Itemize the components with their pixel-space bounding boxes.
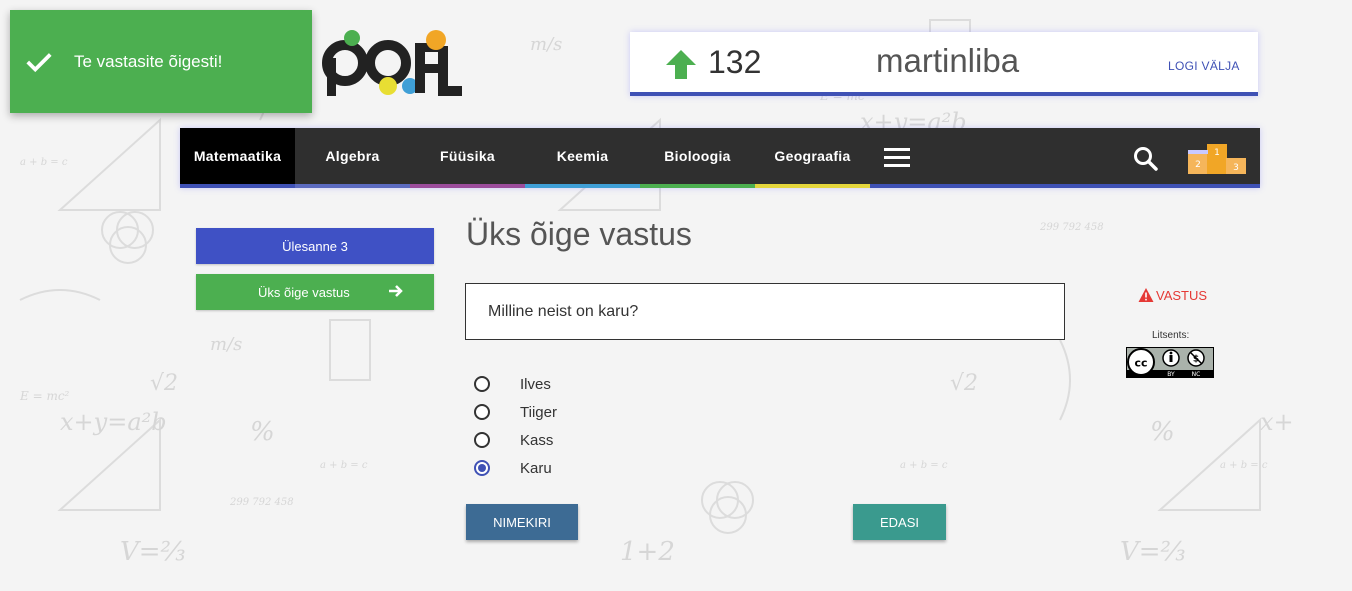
radio-button[interactable] [474, 404, 490, 420]
warning-icon [1138, 288, 1154, 302]
svg-text:m/s: m/s [210, 334, 242, 355]
podium-number-3: 3 [1233, 163, 1239, 173]
menu-icon[interactable] [884, 148, 910, 168]
nav-color-strip [295, 184, 410, 188]
nav-color-strip [755, 184, 870, 188]
nav-item-bioloogia[interactable]: Bioloogia [640, 128, 755, 184]
nav-color-strip [180, 184, 295, 188]
task-button[interactable]: Ülesanne 3 [196, 228, 434, 264]
option-tiiger[interactable]: Tiiger [474, 398, 557, 426]
list-button[interactable]: NIMEKIRI [466, 504, 578, 540]
cc-by-nc-license-icon[interactable]: cc $ BY NC [1126, 347, 1214, 378]
option-label: Karu [520, 459, 552, 477]
svg-text:a + b = c: a + b = c [1220, 460, 1268, 471]
nav-color-strip [640, 184, 755, 188]
question-box: Milline neist on karu? [465, 283, 1065, 340]
search-icon[interactable] [1133, 146, 1159, 172]
option-label: Kass [520, 431, 554, 449]
svg-text:√2: √2 [950, 371, 978, 396]
next-button[interactable]: EDASI [853, 504, 946, 540]
svg-text:%: % [250, 417, 275, 447]
show-answer-link[interactable]: VASTUS [1138, 287, 1207, 303]
svg-text:V=⅔: V=⅔ [1120, 537, 1186, 567]
leaderboard-icon[interactable]: 2 1 3 [1188, 142, 1246, 174]
svg-text:E = mc²: E = mc² [19, 389, 70, 403]
task-type-button[interactable]: Üks õige vastus [196, 274, 434, 310]
radio-button[interactable] [474, 432, 490, 448]
logout-link[interactable]: LOGI VÄLJA [1168, 59, 1240, 73]
podium-number-2: 2 [1195, 160, 1201, 170]
answer-label: VASTUS [1156, 287, 1208, 303]
license-label: Litsents: [1152, 330, 1190, 341]
svg-text:√2: √2 [150, 371, 178, 396]
user-status-bar: 132 martinliba LOGI VÄLJA [630, 32, 1258, 96]
question-text: Milline neist on karu? [488, 302, 639, 320]
svg-text:a + b = c: a + b = c [900, 460, 948, 471]
nav-item-geograafia[interactable]: Geograafia [755, 128, 870, 184]
nav-color-strip [525, 184, 640, 188]
svg-text:x+y=a²b: x+y=a²b [60, 408, 167, 436]
radio-button[interactable] [474, 376, 490, 392]
nav-item-fuusika[interactable]: Füüsika [410, 128, 525, 184]
main-navigation: Matemaatika Algebra Füüsika Keemia Biolo… [180, 128, 1260, 188]
svg-text:V=⅔: V=⅔ [120, 537, 186, 567]
svg-text:a + b = c: a + b = c [320, 460, 368, 471]
svg-text:299 792 458: 299 792 458 [1039, 222, 1104, 233]
option-label: Ilves [520, 375, 551, 393]
nav-item-matemaatika[interactable]: Matemaatika [180, 128, 295, 184]
nav-item-algebra[interactable]: Algebra [295, 128, 410, 184]
svg-text:cc: cc [1134, 357, 1147, 370]
task-type-label: Üks õige vastus [258, 284, 350, 300]
checkmark-icon [26, 52, 52, 72]
nav-item-keemia[interactable]: Keemia [525, 128, 640, 184]
cc-by-text: BY [1167, 371, 1175, 378]
toast-message: Te vastasite õigesti! [74, 51, 223, 71]
answer-options: Ilves Tiiger Kass Karu [474, 370, 557, 482]
option-label: Tiiger [520, 403, 557, 421]
site-logo[interactable] [300, 28, 470, 98]
user-score: 132 [708, 44, 762, 80]
arrow-right-icon [389, 285, 403, 297]
svg-text:%: % [1150, 417, 1175, 447]
cc-nc-text: NC [1192, 371, 1201, 378]
svg-text:299 792 458: 299 792 458 [229, 497, 294, 508]
svg-text:x+: x+ [1260, 408, 1294, 436]
radio-button-selected[interactable] [474, 460, 490, 476]
svg-text:a + b = c: a + b = c [20, 157, 68, 168]
option-karu[interactable]: Karu [474, 454, 557, 482]
nav-color-strip [870, 184, 1260, 188]
username[interactable]: martinliba [876, 42, 1019, 80]
option-ilves[interactable]: Ilves [474, 370, 557, 398]
podium-number-1: 1 [1214, 148, 1220, 158]
nav-color-strip [410, 184, 525, 188]
svg-text:m/s: m/s [530, 34, 562, 55]
option-kass[interactable]: Kass [474, 426, 557, 454]
arrow-up-icon [666, 50, 696, 79]
svg-text:1+2: 1+2 [620, 537, 675, 567]
page-title: Üks õige vastus [466, 216, 692, 252]
success-toast: Te vastasite õigesti! [10, 10, 312, 113]
